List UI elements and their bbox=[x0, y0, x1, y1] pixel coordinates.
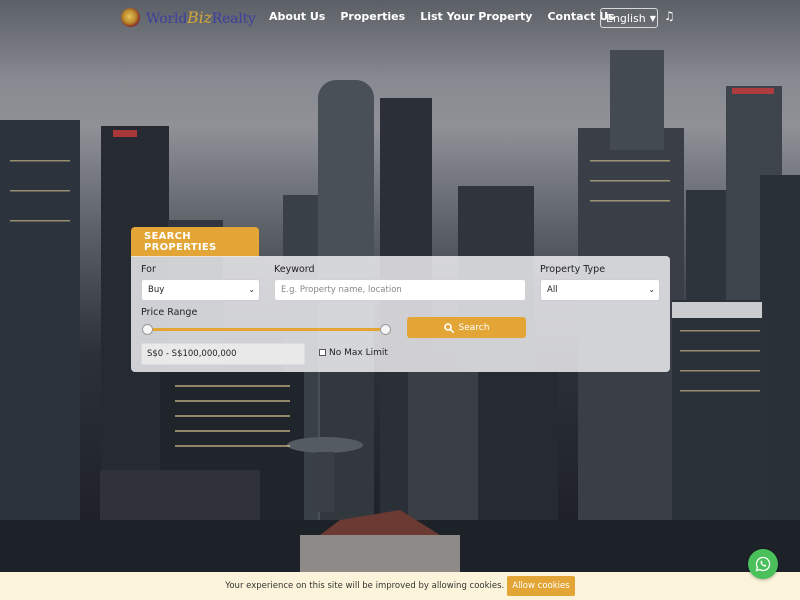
price-max-handle[interactable] bbox=[379, 324, 391, 335]
price-range-value: S$0 - S$100,000,000 bbox=[141, 343, 305, 365]
keyword-input[interactable]: E.g. Property name, location bbox=[274, 279, 526, 301]
language-select[interactable]: English ▼ bbox=[600, 8, 658, 28]
search-icon bbox=[443, 322, 454, 333]
for-label: For bbox=[141, 264, 156, 275]
no-max-limit-checkbox[interactable] bbox=[319, 349, 326, 356]
property-type-label: Property Type bbox=[540, 264, 606, 275]
search-properties-tab[interactable]: SEARCH PROPERTIES bbox=[131, 227, 259, 257]
whatsapp-icon bbox=[755, 556, 771, 572]
search-button-label: Search bbox=[458, 322, 490, 333]
music-note-icon[interactable]: ♫ bbox=[664, 9, 675, 23]
brand-name: WorldBizRealty bbox=[146, 8, 256, 27]
whatsapp-chat-button[interactable] bbox=[748, 549, 778, 579]
cookie-message: Your experience on this site will be imp… bbox=[225, 581, 505, 591]
chevron-down-icon: ▼ bbox=[649, 13, 656, 23]
nav-links: About Us Properties List Your Property C… bbox=[269, 10, 630, 23]
logo-emblem-icon bbox=[121, 8, 140, 27]
no-max-limit-label: No Max Limit bbox=[329, 348, 388, 358]
nav-link-properties[interactable]: Properties bbox=[340, 10, 405, 23]
chevron-down-icon: ⌄ bbox=[648, 285, 655, 294]
cookie-banner: Your experience on this site will be imp… bbox=[0, 572, 800, 600]
top-navigation: WorldBizRealty About Us Properties List … bbox=[0, 0, 800, 36]
search-button[interactable]: Search bbox=[407, 317, 526, 338]
brand-logo[interactable]: WorldBizRealty bbox=[121, 8, 256, 27]
property-type-select[interactable]: All ⌄ bbox=[540, 279, 660, 301]
nav-link-about-us[interactable]: About Us bbox=[269, 10, 325, 23]
property-type-value: All bbox=[547, 285, 558, 295]
for-value: Buy bbox=[148, 285, 165, 295]
for-select[interactable]: Buy ⌄ bbox=[141, 279, 260, 301]
price-range-label: Price Range bbox=[141, 307, 198, 318]
price-min-handle[interactable] bbox=[141, 324, 153, 335]
price-range-slider[interactable] bbox=[147, 328, 385, 331]
chevron-down-icon: ⌄ bbox=[248, 285, 255, 294]
allow-cookies-button[interactable]: Allow cookies bbox=[507, 576, 575, 596]
language-value: English bbox=[606, 11, 646, 25]
nav-link-list-your-property[interactable]: List Your Property bbox=[420, 10, 532, 23]
keyword-label: Keyword bbox=[274, 264, 315, 275]
